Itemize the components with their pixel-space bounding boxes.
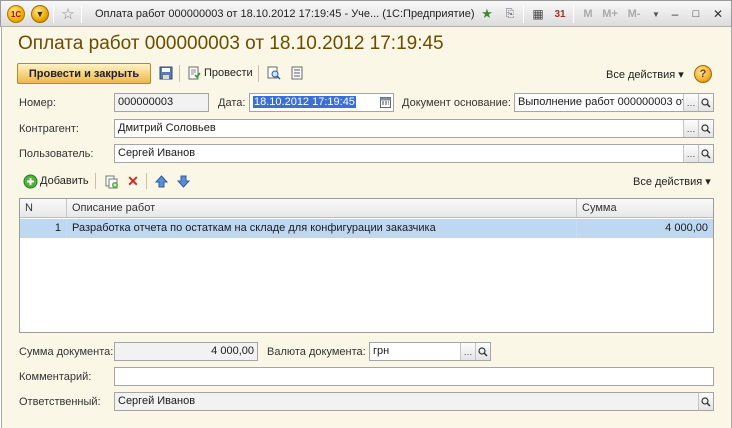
memory-minus-button[interactable]: M-	[623, 5, 645, 23]
page-title: Оплата работ 000000003 от 18.10.2012 17:…	[18, 33, 444, 54]
column-header-amount[interactable]: Сумма	[577, 199, 713, 218]
window-titlebar: 1C ▼ ☆ Оплата работ 000000003 от 18.10.2…	[0, 0, 732, 27]
comment-label: Комментарий:	[19, 371, 92, 383]
add-to-favorites-icon[interactable]: ★	[478, 5, 496, 23]
copy-icon[interactable]	[102, 172, 120, 190]
number-label: Номер:	[19, 97, 56, 109]
1c-logo-icon[interactable]: 1C	[7, 5, 25, 23]
post-icon[interactable]	[185, 64, 203, 82]
separator	[81, 5, 82, 23]
preview-icon[interactable]	[265, 64, 283, 82]
post-button[interactable]: Провести	[204, 67, 253, 79]
memory-button[interactable]: M	[579, 5, 597, 23]
currency-label: Валюта документа:	[267, 346, 366, 358]
document-sum-label: Сумма документа:	[19, 346, 114, 358]
maximize-icon[interactable]: □	[687, 5, 705, 23]
favorite-star-icon[interactable]: ☆	[59, 5, 77, 23]
help-icon[interactable]: ?	[694, 65, 712, 83]
save-icon[interactable]	[157, 64, 175, 82]
close-icon[interactable]: ✕	[709, 5, 727, 23]
date-field[interactable]: 18.10.2012 17:19:45	[249, 93, 394, 112]
main-menu-dropdown-icon[interactable]: ▼	[31, 5, 49, 23]
row-number: 1	[20, 219, 67, 238]
open-magnifier-icon[interactable]	[698, 94, 713, 111]
column-header-n[interactable]: N	[20, 199, 67, 218]
row-description: Разработка отчета по остаткам на складе …	[67, 219, 577, 238]
date-value: 18.10.2012 17:19:45	[253, 96, 356, 108]
basis-label: Документ основание:	[402, 97, 511, 109]
separator	[523, 5, 524, 23]
responsible-label: Ответственный:	[19, 396, 101, 408]
table-all-actions-menu[interactable]: Все действия ▾	[633, 175, 711, 188]
user-label: Пользователь:	[19, 148, 94, 160]
memory-plus-button[interactable]: M+	[599, 5, 621, 23]
link-icon[interactable]: ⎘	[501, 5, 519, 23]
chevron-down-icon[interactable]: ▼	[647, 5, 665, 23]
separator	[573, 5, 574, 23]
structure-icon[interactable]	[288, 64, 306, 82]
user-field[interactable]: Сергей Иванов	[114, 144, 714, 163]
add-icon[interactable]	[21, 172, 39, 190]
calendar-icon[interactable]: 31	[551, 5, 569, 23]
add-button[interactable]: Добавить	[40, 175, 89, 187]
calendar-picker-icon[interactable]	[378, 94, 393, 111]
separator	[258, 65, 259, 82]
delete-icon[interactable]: ✕	[124, 172, 142, 190]
document-sum-field[interactable]: 4 000,00	[114, 342, 258, 361]
responsible-field[interactable]: Сергей Иванов	[114, 392, 714, 411]
contractor-field[interactable]: Дмитрий Соловьев	[114, 119, 714, 138]
separator	[95, 173, 96, 189]
open-magnifier-icon[interactable]	[698, 120, 713, 137]
select-ellipsis-button[interactable]: …	[683, 145, 698, 162]
open-magnifier-icon[interactable]	[698, 145, 713, 162]
separator	[146, 173, 147, 189]
works-table[interactable]: N Описание работ Сумма 1 Разработка отче…	[19, 198, 714, 333]
select-ellipsis-button[interactable]: …	[460, 343, 475, 360]
separator	[179, 65, 180, 82]
post-and-close-button[interactable]: Провести и закрыть	[17, 63, 151, 84]
row-amount: 4 000,00	[665, 222, 708, 234]
open-magnifier-icon[interactable]	[475, 343, 490, 360]
date-label: Дата:	[218, 97, 246, 109]
comment-field[interactable]	[114, 367, 714, 386]
move-up-arrow-icon[interactable]	[152, 172, 170, 190]
number-field[interactable]: 000000003	[114, 93, 209, 112]
select-ellipsis-button[interactable]: …	[683, 94, 698, 111]
table-row[interactable]: 1 Разработка отчета по остаткам на склад…	[20, 219, 713, 238]
move-down-arrow-icon[interactable]	[174, 172, 192, 190]
select-ellipsis-button[interactable]: …	[683, 120, 698, 137]
open-magnifier-icon[interactable]	[698, 393, 713, 410]
separator	[53, 5, 54, 23]
all-actions-menu[interactable]: Все действия ▾	[606, 68, 684, 81]
column-header-description[interactable]: Описание работ	[67, 199, 577, 218]
minimize-icon[interactable]: –	[666, 5, 684, 23]
contractor-label: Контрагент:	[19, 123, 79, 135]
calculator-icon[interactable]: ▦	[529, 5, 547, 23]
window-title: Оплата работ 000000003 от 18.10.2012 17:…	[95, 8, 475, 20]
